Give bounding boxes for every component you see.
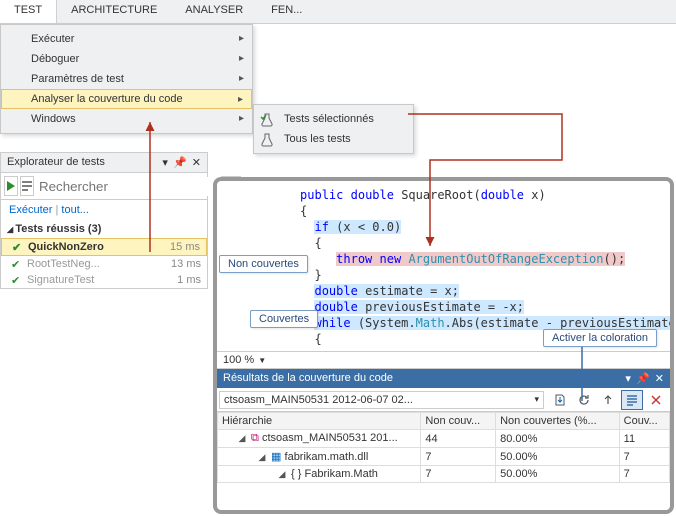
delete-button[interactable] bbox=[645, 390, 667, 410]
expand-icon[interactable]: ◢ bbox=[276, 469, 288, 480]
pass-icon: ✔ bbox=[11, 258, 20, 271]
assembly-icon: ⧉ bbox=[248, 432, 262, 444]
coverage-cell: 44 bbox=[421, 430, 496, 448]
import-button[interactable] bbox=[549, 390, 571, 410]
callout-non-couvertes: Non couvertes bbox=[219, 255, 308, 273]
pass-icon: ✔ bbox=[12, 241, 21, 254]
pin-icon[interactable]: 📌 bbox=[636, 373, 650, 385]
submenu-label: Tous les tests bbox=[284, 133, 351, 145]
toggle-coloring-button[interactable] bbox=[621, 390, 643, 410]
coverage-row[interactable]: ◢ ▦ fabrikam.math.dll 750.00%7 bbox=[218, 448, 670, 466]
menu-tab-window[interactable]: FEN... bbox=[257, 0, 316, 23]
callout-couvertes: Couvertes bbox=[250, 310, 318, 328]
coverage-cell: 7 bbox=[421, 448, 496, 466]
header-hierarchie[interactable]: Hiérarchie bbox=[218, 413, 421, 430]
coverage-cell: 80.00% bbox=[496, 430, 620, 448]
menu-tab-architecture[interactable]: ARCHITECTURE bbox=[57, 0, 171, 23]
run-all-button[interactable] bbox=[4, 176, 18, 196]
header-non-couv[interactable]: Non couv... bbox=[421, 413, 496, 430]
coverage-row[interactable]: ◢ { } Fabrikam.Math 750.00%7 bbox=[218, 466, 670, 483]
coverage-submenu: Tests sélectionnés Tous les tests bbox=[253, 104, 414, 154]
coverage-titlebar: Résultats de la couverture du code ▾ 📌 ✕ bbox=[217, 369, 670, 388]
refresh-button[interactable] bbox=[573, 390, 595, 410]
menu-tab-test[interactable]: TEST bbox=[0, 0, 57, 23]
test-explorer-toolbar: 🔍 ▾ bbox=[1, 173, 207, 200]
link-tout[interactable]: tout... bbox=[61, 204, 89, 216]
test-time: 1 ms bbox=[177, 274, 201, 286]
zoom-bar: 100 % ▼ bbox=[217, 351, 670, 369]
export-button[interactable] bbox=[597, 390, 619, 410]
header-couv[interactable]: Couv... bbox=[619, 413, 669, 430]
coverage-cell: 7 bbox=[619, 448, 669, 466]
coverage-header-row: Hiérarchie Non couv... Non couvertes (%.… bbox=[218, 413, 670, 430]
submenu-tous-tests[interactable]: Tous les tests bbox=[254, 129, 413, 149]
coverage-cell: 7 bbox=[421, 466, 496, 483]
pin-icon[interactable]: 📌 bbox=[173, 157, 187, 169]
playlist-button[interactable] bbox=[20, 176, 34, 196]
close-icon[interactable]: ✕ bbox=[655, 373, 664, 385]
test-explorer-title: Explorateur de tests bbox=[7, 156, 105, 169]
namespace-icon: { } bbox=[288, 468, 305, 480]
test-explorer-panel: Explorateur de tests ▾ 📌 ✕ 🔍 ▾ Exécuter … bbox=[0, 152, 208, 289]
test-name: SignatureTest bbox=[27, 274, 94, 286]
test-name: QuickNonZero bbox=[28, 241, 104, 253]
expand-icon[interactable]: ◢ bbox=[256, 452, 268, 463]
test-row-quicknonzero[interactable]: ✔ QuickNonZero 15 ms bbox=[1, 238, 207, 256]
coverage-run-combo[interactable]: ctsoasm_MAIN50531 2012-06-07 02... bbox=[219, 391, 544, 409]
menu-item-analyser-couverture[interactable]: Analyser la couverture du code bbox=[1, 89, 252, 109]
menu-item-deboguer[interactable]: Déboguer bbox=[1, 49, 252, 69]
coverage-row[interactable]: ◢ ⧉ ctsoasm_MAIN50531 201... 4480.00%11 bbox=[218, 430, 670, 448]
test-time: 15 ms bbox=[170, 241, 200, 253]
expand-icon[interactable]: ◢ bbox=[236, 433, 248, 444]
submenu-label: Tests sélectionnés bbox=[284, 113, 374, 125]
coverage-table: Hiérarchie Non couv... Non couvertes (%.… bbox=[217, 412, 670, 483]
dll-icon: ▦ bbox=[268, 451, 285, 463]
flask-icon bbox=[260, 133, 274, 150]
menu-item-executer[interactable]: Exécuter bbox=[1, 29, 252, 49]
test-row-roottestneg[interactable]: ✔ RootTestNeg... 13 ms bbox=[1, 256, 207, 272]
test-name: RootTestNeg... bbox=[27, 258, 100, 270]
coverage-label: fabrikam.math.dll bbox=[285, 451, 369, 463]
dropdown-icon[interactable]: ▾ bbox=[625, 373, 631, 385]
header-non-couv-pct[interactable]: Non couvertes (%... bbox=[496, 413, 620, 430]
menu-item-parametres[interactable]: Paramètres de test bbox=[1, 69, 252, 89]
coverage-cell: 11 bbox=[619, 430, 669, 448]
search-input[interactable] bbox=[35, 177, 220, 196]
coverage-cell: 50.00% bbox=[496, 466, 620, 483]
coverage-toolbar: ctsoasm_MAIN50531 2012-06-07 02... bbox=[217, 388, 670, 412]
menu-item-windows[interactable]: Windows bbox=[1, 109, 252, 129]
panel-controls: ▾ 📌 ✕ bbox=[160, 156, 201, 169]
test-explorer-titlebar: Explorateur de tests ▾ 📌 ✕ bbox=[1, 153, 207, 173]
coverage-cell: 50.00% bbox=[496, 448, 620, 466]
coverage-results: Résultats de la couverture du code ▾ 📌 ✕… bbox=[217, 369, 670, 483]
link-executer[interactable]: Exécuter bbox=[9, 204, 52, 216]
flask-check-icon bbox=[260, 113, 274, 130]
pass-icon: ✔ bbox=[11, 274, 20, 287]
menu-tab-analyser[interactable]: ANALYSER bbox=[171, 0, 257, 23]
submenu-tests-selectionnes[interactable]: Tests sélectionnés bbox=[254, 109, 413, 129]
coverage-label: Fabrikam.Math bbox=[305, 468, 378, 480]
coverage-label: ctsoasm_MAIN50531 201... bbox=[262, 432, 398, 444]
callout-activer-coloration: Activer la coloration bbox=[543, 329, 657, 347]
test-row-signaturetest[interactable]: ✔ SignatureTest 1 ms bbox=[1, 272, 207, 288]
test-time: 13 ms bbox=[171, 258, 201, 270]
dropdown-icon[interactable]: ▾ bbox=[162, 157, 168, 169]
test-menu-dropdown: Exécuter Déboguer Paramètres de test Ana… bbox=[0, 24, 253, 134]
coverage-title: Résultats de la couverture du code bbox=[223, 372, 393, 385]
zoom-level: 100 % bbox=[223, 354, 254, 366]
coverage-cell: 7 bbox=[619, 466, 669, 483]
zoom-dropdown-icon[interactable]: ▼ bbox=[258, 356, 266, 365]
test-explorer-links: Exécuter | tout... bbox=[1, 200, 207, 220]
menu-bar: TEST ARCHITECTURE ANALYSER FEN... bbox=[0, 0, 676, 24]
close-icon[interactable]: ✕ bbox=[192, 157, 201, 169]
tests-passed-section[interactable]: Tests réussis (3) bbox=[1, 220, 207, 238]
